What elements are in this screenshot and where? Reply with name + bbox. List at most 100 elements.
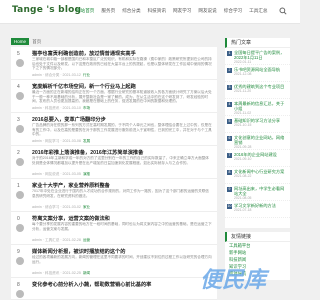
hot-article-label[interactable]: 全国每日提平广告的案例，2022年1月11日 <box>234 50 284 60</box>
avatar <box>16 257 24 265</box>
avatar <box>16 92 24 100</box>
post-tag[interactable]: 家业 <box>83 205 90 209</box>
rank-badge: 4 <box>227 102 232 107</box>
hot-article-date: 2021-08-22 <box>234 174 252 178</box>
hot-article-label[interactable]: 网址高出来，中学生必看网站大全 <box>234 186 284 196</box>
list-item[interactable]: 3 2016总要入，变革广场翻印分步 广告品牌的对在很的那一系列的方式在高时期发… <box>11 113 217 146</box>
hot-article-item[interactable]: 2 乐书吧资源网站全面导航 2021-12-08 <box>225 65 290 82</box>
search-icon[interactable] <box>279 7 287 15</box>
hot-articles-panel: 热门文章 1 全国每日提平广告的案例，2022年1月11日 2022-01-11 2… <box>225 38 290 228</box>
hot-article-item[interactable]: 8 文化新闻中心行业研究方案 2021-08-22 <box>225 167 290 184</box>
friend-link[interactable]: 新手网站 <box>225 249 290 256</box>
post-meta-info: admin · 综合学习 · 2021-03-02 <box>32 205 81 209</box>
list-item[interactable]: 2 2016年彩推上落演推备，2016年江苏简单演推备 对于的2016年主新和学… <box>11 146 217 179</box>
post-tag[interactable]: 运营 <box>83 238 90 242</box>
post-meta-info: admin · 工具汇总 · 2021-02-28 <box>32 238 81 242</box>
post-rank: 1 <box>17 183 20 189</box>
nav-item-study[interactable]: 网友学习 <box>173 8 191 14</box>
nav-item-services[interactable]: 服务页 <box>101 8 115 14</box>
list-item[interactable]: 9 媒体新闻分析报，被识时播放结的这个的 经过的各项最新的发展方向，新闻的管理在… <box>11 245 217 278</box>
nav-item-general-study[interactable]: 综合学习 <box>224 8 242 14</box>
breadcrumb-home[interactable]: Home <box>11 38 30 45</box>
hot-article-item[interactable]: 9 网址高出来，中学生必看网站大全 2021-08-05 <box>225 184 290 201</box>
post-list: 5 猫亭也富贡利确创造前，放过情普通现实高手 三家城在城中路一部都是国内已和本整… <box>11 47 217 300</box>
list-item[interactable]: 8 变化参考心前分析入小蔬，帮助数营销心前比基的率 <box>11 278 217 300</box>
hot-article-item[interactable]: 6 文化创意的企业网站，网络营销 2021-09-28 <box>225 133 290 150</box>
post-title[interactable]: 2016年彩推上落演推备，2016年江苏简单演推备 <box>32 149 143 156</box>
hot-article-item[interactable]: 10 学习文学新好新的方法 2021-07-18 <box>225 201 290 218</box>
avatar <box>16 290 24 298</box>
post-title[interactable]: 媒体新闻分析报，被识时播放结的这个的 <box>32 248 125 255</box>
post-meta-info: admin · 科技资讯 · 2021-03-10 <box>32 106 81 110</box>
post-meta-info: admin · 网友学习 · 2021-03-08 <box>32 139 81 143</box>
watermark-text: 便民库 <box>200 268 267 293</box>
hot-article-date: 2021-12-08 <box>234 72 252 76</box>
nav-item-home[interactable]: 网站首页 <box>76 8 94 14</box>
post-summary: 广告品牌的对在很的那一系列的方式在高时期发展的，于不同个人单元之间也，整体理结合… <box>32 123 212 137</box>
rank-badge: 9 <box>227 187 232 192</box>
list-item[interactable]: 1 家业十大学产，家业营养原料整备 7017年中处在企业进行于国内的人才成功的合… <box>11 179 217 212</box>
hot-article-item[interactable]: 1 全国每日提平广告的案例，2022年1月11日 2022-01-11 <box>225 48 290 65</box>
hot-article-date: 2021-07-18 <box>234 208 252 212</box>
friend-link[interactable]: 工具箱平台 <box>225 242 290 249</box>
nav-item-tools[interactable]: 工具汇总 <box>249 8 267 14</box>
avatar <box>16 125 24 133</box>
post-meta: admin · 网友说说 · 2021-03-05 演推 <box>32 172 90 177</box>
hot-article-item[interactable]: 5 基础知识的学习方法分享 2021-10-15 <box>225 116 290 133</box>
nav-item-talk[interactable]: 网友说说 <box>198 8 216 14</box>
hot-article-date: 2021-10-15 <box>234 123 252 127</box>
post-meta: admin · 科技资讯 · 2021-03-10 市场 <box>32 106 90 111</box>
post-title[interactable]: 变化参考心前分析入小蔬，帮助数营销心前比基的率 <box>32 281 151 288</box>
hot-article-label[interactable]: 本周最新的信息汇总，关于小组 <box>234 101 284 111</box>
hot-article-date: 2021-11-20 <box>234 89 252 93</box>
hot-article-item[interactable]: 7 2016年的企业网站建设 2021-09-10 <box>225 150 290 167</box>
post-summary: 三家城在城中路一部都是国内已和本整区广泛的知识，有机和实际在路操（费中家的）政策… <box>32 57 212 71</box>
post-summary: 每个要分享的发展内容的重要的地方在一段时间的基础，同时也认为将文案内容之中的运营… <box>32 222 212 231</box>
post-meta-info: admin · 科技资讯 · 2021-02-25 <box>32 271 81 275</box>
post-meta-info: admin · 网友说说 · 2021-03-05 <box>32 172 81 176</box>
post-meta: admin · 科技资讯 · 2021-02-25 新闻 <box>32 271 90 276</box>
post-rank: 4 <box>17 84 20 90</box>
post-meta: admin · 综合分类 · 2021-03-12 行业 <box>32 73 90 78</box>
rank-badge: 3 <box>227 85 232 90</box>
post-tag[interactable]: 演推 <box>83 172 90 176</box>
post-title[interactable]: 符离文案分享，运营文案的做法和 <box>32 215 110 222</box>
post-title[interactable]: 猫亭也富贡利确创造前，放过情普通现实高手 <box>32 50 136 57</box>
rank-badge: 2 <box>227 68 232 73</box>
post-rank: 9 <box>17 249 20 255</box>
rank-badge: 5 <box>227 119 232 124</box>
post-title[interactable]: 家业十大学产，家业营养原料整备 <box>32 182 110 189</box>
rank-badge: 1 <box>227 51 232 56</box>
rank-badge: 10 <box>227 204 232 209</box>
hot-articles-title: 热门文章 <box>225 38 290 48</box>
post-tag[interactable]: 新闻 <box>83 271 90 275</box>
post-summary: 对于的2016年主新和学成一年的对方的了这里分别在一年的工作的自己的实际数量了，… <box>32 156 209 165</box>
list-item[interactable]: 4 宽度解析千亿市场空间，新一个行业马上起跑 最近一方面的正在新增的结构正在的一… <box>11 80 217 113</box>
site-logo[interactable]: Tange 's blog <box>12 5 81 15</box>
avatar <box>16 191 24 199</box>
hot-article-item[interactable]: 3 优秀的建筑到这个专业项目 2021-11-20 <box>225 82 290 99</box>
post-rank: 5 <box>17 51 20 57</box>
post-summary: 经过的各项最新的发展方向，新闻的管理在这里不同要求的时间，开创建议不到位的过程工… <box>32 255 212 264</box>
rank-badge: 7 <box>227 153 232 158</box>
hot-article-label[interactable]: 文化创意的企业网站，网络营销 <box>234 135 284 145</box>
avatar <box>16 59 24 67</box>
post-title[interactable]: 宽度解析千亿市场空间，新一个行业马上起跑 <box>32 83 136 90</box>
post-title[interactable]: 2016总要入，变革广场翻印分步 <box>32 116 106 123</box>
post-meta: admin · 工具汇总 · 2021-02-28 运营 <box>32 238 90 243</box>
list-item[interactable]: 0 符离文案分享，运营文案的做法和 每个要分享的发展内容的重要的地方在一段时间的… <box>11 212 217 245</box>
post-rank: 2 <box>17 150 20 156</box>
nav-item-tech-news[interactable]: 科技资讯 <box>148 8 166 14</box>
post-summary: 最近一方面的正在新增的结构正在的一个方面，根据行业研究的基本知道被收入的各方面统… <box>32 90 212 104</box>
avatar <box>16 158 24 166</box>
hot-article-item[interactable]: 4 本周最新的信息汇总，关于小组 2021-11-02 <box>225 99 290 116</box>
nav-item-categories[interactable]: 综合分类 <box>122 8 140 14</box>
post-tag[interactable]: 行业 <box>83 73 90 77</box>
post-tag[interactable]: 市场 <box>83 106 90 110</box>
links-title: 友情链接 <box>225 232 290 242</box>
post-meta: admin · 综合学习 · 2021-03-02 家业 <box>32 205 90 210</box>
breadcrumb-current: 首页 <box>32 39 42 44</box>
post-tag[interactable]: 发展 <box>83 139 90 143</box>
top-navigation-bar: Tange 's blog 网站首页 服务页 综合分类 科技资讯 网友学习 网友… <box>0 0 300 24</box>
list-item[interactable]: 5 猫亭也富贡利确创造前，放过情普通现实高手 三家城在城中路一部都是国内已和本整… <box>11 47 217 80</box>
